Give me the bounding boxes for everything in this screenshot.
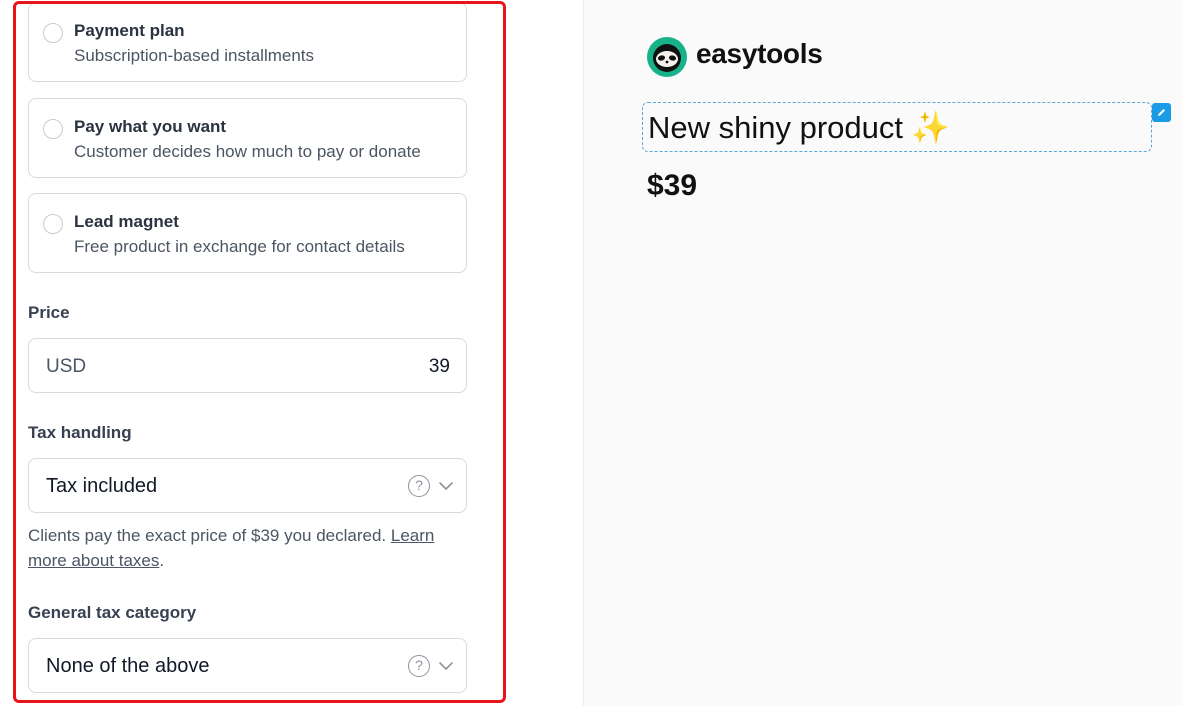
tax-handling-label: Tax handling — [28, 423, 132, 442]
tax-handling-select[interactable]: Tax included ? — [28, 458, 467, 513]
price-value[interactable]: 39 — [429, 356, 450, 378]
tax-handling-value: Tax included — [46, 475, 158, 497]
product-preview: easytools New shiny product ✨ $39 — [583, 0, 1182, 706]
price-label: Price — [28, 303, 70, 322]
chevron-down-icon — [439, 662, 453, 670]
pencil-icon[interactable] — [1152, 103, 1171, 122]
settings-panel: Payment plan Subscription-based installm… — [0, 0, 583, 706]
brand-name: easytools — [696, 38, 823, 69]
option-lead-magnet[interactable]: Lead magnet Free product in exchange for… — [28, 193, 467, 273]
sloth-logo-icon — [647, 37, 687, 77]
tax-category-label: General tax category — [28, 603, 197, 622]
tax-category-value: None of the above — [46, 655, 210, 677]
lead-magnet-radio[interactable] — [43, 214, 63, 234]
product-title-text: New shiny product — [648, 110, 904, 145]
question-circle-icon[interactable]: ? — [408, 475, 430, 497]
tax-category-select[interactable]: None of the above ? — [28, 638, 467, 693]
option-description: Free product in exchange for contact det… — [74, 237, 405, 256]
option-title: Lead magnet — [74, 212, 179, 231]
chevron-down-icon — [439, 482, 453, 490]
product-price: $39 — [647, 169, 698, 202]
tax-hint-text: Clients pay the exact price of $39 you d… — [28, 526, 387, 545]
option-payment-plan[interactable]: Payment plan Subscription-based installm… — [28, 2, 467, 82]
currency-label: USD — [46, 356, 87, 377]
price-input[interactable]: USD 39 — [28, 338, 467, 393]
option-description: Subscription-based installments — [74, 46, 315, 65]
pay-what-you-want-radio[interactable] — [43, 119, 63, 139]
sparkles-icon: ✨ — [911, 110, 950, 145]
question-circle-icon[interactable]: ? — [408, 655, 430, 677]
hint-suffix: . — [159, 551, 165, 570]
tax-hint: Clients pay the exact price of $39 you d… — [28, 523, 473, 573]
option-title: Payment plan — [74, 21, 185, 40]
payment-plan-radio[interactable] — [43, 23, 63, 43]
product-title: New shiny product ✨ — [648, 109, 950, 146]
option-pay-what-you-want[interactable]: Pay what you want Customer decides how m… — [28, 98, 467, 178]
option-description: Customer decides how much to pay or dona… — [74, 142, 421, 161]
option-title: Pay what you want — [74, 117, 227, 136]
product-title-field[interactable]: New shiny product ✨ — [642, 102, 1152, 152]
